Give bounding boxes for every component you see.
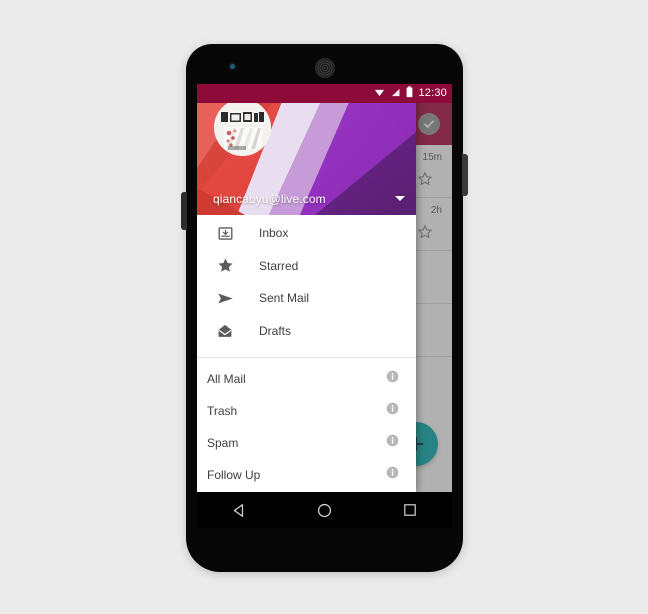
drafts-icon xyxy=(213,323,237,339)
proximity-sensor-icon xyxy=(230,64,235,69)
info-icon[interactable] xyxy=(386,434,400,452)
sidebar-item-all-mail[interactable]: All Mail xyxy=(197,363,416,395)
sidebar-item-label: Trash xyxy=(207,404,238,418)
drawer-divider xyxy=(197,357,416,358)
android-navigation-bar xyxy=(197,492,452,528)
status-bar: 12:30 xyxy=(197,84,452,103)
send-icon xyxy=(213,290,237,307)
wifi-icon xyxy=(374,85,385,103)
navigation-drawer: qiancaoyu@live.com Inbox Starred Sent Ma… xyxy=(197,84,416,492)
sidebar-item-inbox[interactable]: Inbox xyxy=(197,217,416,250)
sidebar-item-drafts[interactable]: Drafts xyxy=(197,315,416,348)
sidebar-item-label: Starred xyxy=(259,258,299,273)
info-icon[interactable] xyxy=(386,370,400,388)
recents-button[interactable] xyxy=(389,496,431,524)
info-icon[interactable] xyxy=(386,402,400,420)
back-button[interactable] xyxy=(219,496,261,524)
avatar[interactable] xyxy=(214,99,271,156)
phone-device: 15m 2h qiancaoyu@live.com Inbox Starred … xyxy=(181,44,468,572)
home-button[interactable] xyxy=(304,496,346,524)
drawer-account-header[interactable]: qiancaoyu@live.com xyxy=(197,84,416,215)
sidebar-item-spam[interactable]: Spam xyxy=(197,427,416,459)
speaker-grille-icon xyxy=(314,58,335,78)
power-button[interactable] xyxy=(462,154,468,196)
sidebar-item-label: Inbox xyxy=(259,226,289,241)
signal-icon xyxy=(390,85,401,103)
sidebar-item-label: Drafts xyxy=(259,323,292,338)
sidebar-item-label: Spam xyxy=(207,436,239,450)
sidebar-item-follow-up[interactable]: Follow Up xyxy=(197,459,416,491)
status-time: 12:30 xyxy=(418,87,447,99)
sidebar-item-label: Follow Up xyxy=(207,468,261,482)
sidebar-item-label: Sent Mail xyxy=(259,291,310,306)
battery-icon xyxy=(406,85,413,103)
volume-button[interactable] xyxy=(181,192,187,230)
info-icon[interactable] xyxy=(386,466,400,484)
inbox-icon xyxy=(213,226,237,241)
phone-screen: 15m 2h qiancaoyu@live.com Inbox Starred … xyxy=(197,84,452,492)
sidebar-item-sent-mail[interactable]: Sent Mail xyxy=(197,282,416,315)
sidebar-item-trash[interactable]: Trash xyxy=(197,395,416,427)
drawer-nav-list: Inbox Starred Sent Mail Drafts All Mail … xyxy=(197,215,416,491)
account-email: qiancaoyu@live.com xyxy=(213,192,326,206)
star-icon xyxy=(213,257,237,274)
sidebar-item-starred[interactable]: Starred xyxy=(197,250,416,283)
sidebar-item-label: All Mail xyxy=(207,372,246,386)
chevron-down-icon[interactable] xyxy=(395,196,405,201)
